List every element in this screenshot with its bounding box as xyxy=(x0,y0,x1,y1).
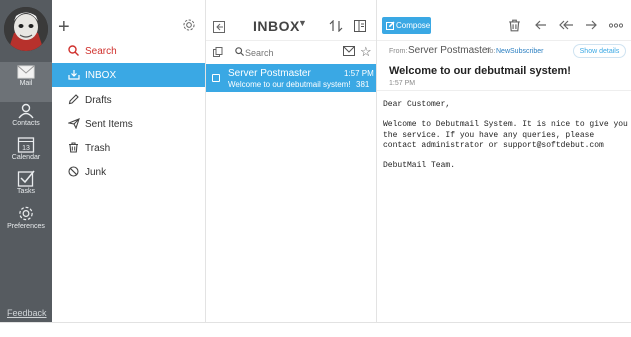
app-rail: Mail Contacts 13 Calendar Tasks Preferen… xyxy=(0,0,52,322)
email-body-paragraph: Dear Customer, xyxy=(383,100,451,109)
rail-item-preferences[interactable]: Preferences xyxy=(0,202,52,242)
folder-trash[interactable]: Trash xyxy=(52,136,205,160)
tasks-icon xyxy=(17,170,35,187)
rail-label-preferences: Preferences xyxy=(7,223,45,230)
rail-label-mail: Mail xyxy=(19,80,33,87)
forward-icon[interactable] xyxy=(584,19,598,31)
message-list-pane: INBOX ▼ ☆ Server Postmaster 1:57 PM Welc… xyxy=(206,0,377,322)
folder-label-inbox: INBOX xyxy=(85,70,117,81)
divider xyxy=(377,40,631,41)
rail-label-contacts: Contacts xyxy=(12,120,40,127)
recipient-link[interactable]: NewSubscriber xyxy=(496,48,543,55)
star-filter-icon[interactable]: ☆ xyxy=(360,44,372,60)
divider xyxy=(377,90,631,91)
trash-icon xyxy=(69,142,78,153)
gear-icon xyxy=(19,206,33,221)
divider xyxy=(206,40,376,41)
folder-label-junk: Junk xyxy=(85,167,107,178)
feedback-link[interactable]: Feedback xyxy=(7,308,47,318)
folder-label-search: Search xyxy=(85,46,117,57)
rail-label-calendar: Calendar xyxy=(11,154,41,161)
folder-inbox[interactable]: INBOX xyxy=(52,63,205,87)
search-icon xyxy=(68,45,79,56)
compose-icon xyxy=(386,21,395,30)
select-all-icon[interactable] xyxy=(213,47,223,57)
message-subject: Welcome to our debutmail system! xyxy=(228,80,351,89)
folder-label-sent-items: Sent Items xyxy=(85,119,133,130)
block-icon xyxy=(68,166,79,177)
compose-button[interactable]: Compose xyxy=(382,17,431,34)
pencil-icon xyxy=(68,94,79,105)
email-body-paragraph: Welcome to Debutmail System. It is nice … xyxy=(383,120,628,150)
email-body: Dear Customer, Welcome to Debutmail Syst… xyxy=(383,100,629,181)
chevron-down-icon[interactable]: ▼ xyxy=(298,18,307,28)
list-item[interactable]: Server Postmaster 1:57 PM Welcome to our… xyxy=(206,64,376,92)
collapse-left-icon[interactable] xyxy=(213,21,225,33)
reply-icon[interactable] xyxy=(534,19,548,31)
send-icon xyxy=(68,118,80,129)
envelope-filter-icon[interactable] xyxy=(343,46,355,56)
message-from: Server Postmaster xyxy=(228,68,311,79)
folder-label-trash: Trash xyxy=(85,143,111,154)
reading-pane: Compose From: Server Postmaster To: NewS… xyxy=(377,0,631,322)
sender-name: Server Postmaster xyxy=(408,45,491,56)
calendar-icon: 13 xyxy=(17,137,35,153)
folder-sent-items[interactable]: Sent Items xyxy=(52,112,205,136)
folder-settings-gear-icon[interactable] xyxy=(182,18,196,32)
folder-pane: + Search INBOX Drafts Sent Items Trash J… xyxy=(52,0,206,322)
folder-junk[interactable]: Junk xyxy=(52,160,205,184)
contacts-icon xyxy=(18,103,34,119)
folder-drafts[interactable]: Drafts xyxy=(52,88,205,112)
mail-icon xyxy=(17,65,35,79)
folder-label-drafts: Drafts xyxy=(85,95,112,106)
status-bar xyxy=(0,322,631,337)
avatar[interactable] xyxy=(4,7,48,51)
message-size: 381 xyxy=(356,80,370,89)
delete-icon[interactable] xyxy=(508,19,521,32)
inbox-icon xyxy=(68,70,80,80)
search-input[interactable] xyxy=(243,44,339,62)
sort-icon[interactable] xyxy=(329,20,343,32)
rail-item-tasks[interactable]: Tasks xyxy=(0,167,52,207)
message-time: 1:57 PM xyxy=(344,69,374,78)
more-icon[interactable] xyxy=(609,23,623,28)
from-label: From: xyxy=(389,48,408,55)
reading-pane-icon[interactable] xyxy=(354,20,366,32)
email-time: 1:57 PM xyxy=(389,80,416,87)
to-label: To: xyxy=(486,48,496,55)
calendar-day: 13 xyxy=(22,145,30,152)
list-title: INBOX xyxy=(253,18,300,34)
rail-label-tasks: Tasks xyxy=(17,188,35,195)
plus-icon[interactable]: + xyxy=(58,17,70,37)
email-subject: Welcome to our debutmail system! xyxy=(389,65,571,77)
rail-item-mail[interactable]: Mail xyxy=(0,62,52,102)
folder-search[interactable]: Search xyxy=(52,39,205,63)
compose-label: Compose xyxy=(396,21,431,30)
show-details-button[interactable]: Show details xyxy=(573,44,626,58)
email-body-paragraph: DebutMail Team. xyxy=(383,161,456,171)
reply-all-icon[interactable] xyxy=(558,19,574,31)
message-checkbox[interactable] xyxy=(212,74,220,82)
